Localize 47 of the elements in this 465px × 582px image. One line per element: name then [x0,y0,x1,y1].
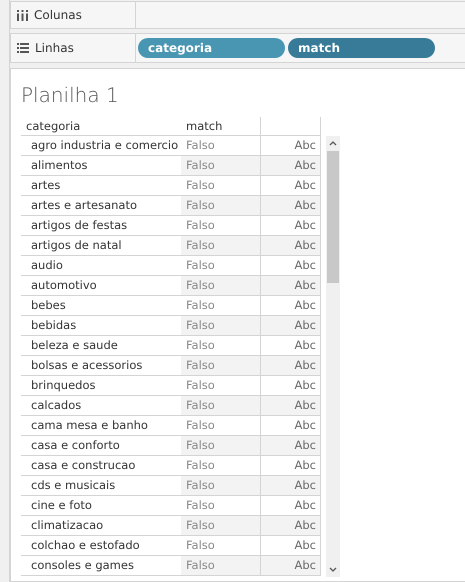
table-cell: Falso [181,316,261,336]
table-cell: Abc [261,236,321,256]
table-cell: brinquedos [21,376,181,396]
table-cell: artigos de festas [21,216,181,236]
sheet-title: Planilha 1 [21,83,120,107]
table-cell: Falso [181,356,261,376]
table-cell: cine e foto [21,496,181,516]
table-cell: Falso [181,476,261,496]
table-cell: Abc [261,196,321,216]
table-cell: Falso [181,156,261,176]
column-header: match [181,117,261,136]
table-cell: Abc [261,516,321,536]
table-cell: Abc [261,316,321,336]
table-cell: Falso [181,396,261,416]
column-header [261,117,321,136]
table-cell: audio [21,256,181,276]
scrollbar[interactable] [326,136,340,577]
scroll-thumb[interactable] [327,151,339,283]
table-cell: Falso [181,556,261,576]
table-cell: Abc [261,396,321,416]
table-cell: Abc [261,276,321,296]
scroll-up-icon[interactable] [329,140,337,146]
rows-icon [17,43,29,53]
table-cell: Abc [261,156,321,176]
table-cell: cama mesa e banho [21,416,181,436]
table-cell: Falso [181,516,261,536]
table-cell: Falso [181,276,261,296]
field-pill[interactable]: match [288,38,435,58]
table-cell: Abc [261,476,321,496]
shelf-label: Linhas [35,40,74,57]
table-cell: casa e construcao [21,456,181,476]
table-cell: artes [21,176,181,196]
table-cell: beleza e saude [21,336,181,356]
table-cell: Falso [181,196,261,216]
table-cell: Falso [181,236,261,256]
table-cell: Falso [181,436,261,456]
table-cell: colchao e estofado [21,536,181,556]
shelf-label: Colunas [34,7,82,24]
table-cell: bebes [21,296,181,316]
table-cell: Abc [261,356,321,376]
columns-icon [17,10,28,20]
column-header: categoria [21,117,181,136]
table-cell: Abc [261,436,321,456]
field-pill[interactable]: categoria [138,38,285,58]
scroll-down-icon[interactable] [329,567,337,573]
table-cell: Abc [261,556,321,576]
table-cell: agro industria e comercio [21,136,181,156]
